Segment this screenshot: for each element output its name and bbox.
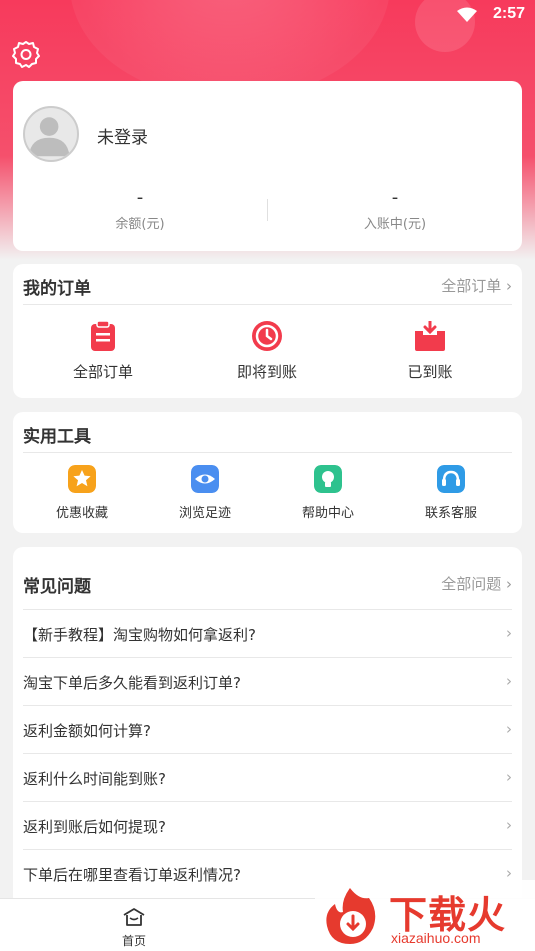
faq-question: 下单后在哪里查看订单返利情况? [23, 866, 241, 884]
faq-question: 淘宝下单后多久能看到返利订单? [23, 674, 241, 692]
tools-title: 实用工具 [23, 427, 91, 447]
pending-stat[interactable]: - 入账中(元) [268, 187, 522, 232]
wifi-icon [457, 7, 477, 22]
chevron-right-icon: › [506, 624, 512, 642]
faq-question: 返利到账后如何提现? [23, 818, 166, 836]
all-questions-link-label: 全部问题 [441, 575, 502, 593]
tools-card: 实用工具 优惠收藏 浏览足迹 帮助中心 联系客服 [13, 412, 522, 533]
lightbulb-icon [314, 465, 342, 493]
status-bar: 2:57 [0, 0, 535, 30]
inbox-download-icon [415, 321, 445, 351]
tool-support-button[interactable]: 联系客服 [401, 465, 501, 521]
tab-home-label: 首页 [121, 934, 146, 948]
balance-stat[interactable]: - 余额(元) [13, 187, 267, 232]
watermark: 下载火 xiazaihuo.com [315, 880, 535, 951]
tool-support-label: 联系客服 [424, 506, 477, 521]
order-incoming-button[interactable]: 即将到账 [207, 319, 327, 382]
status-time: 2:57 [492, 5, 525, 22]
home-icon [123, 908, 145, 926]
order-received-button[interactable]: 已到账 [370, 319, 490, 382]
order-incoming-label: 即将到账 [236, 363, 297, 381]
tool-favorites-label: 优惠收藏 [55, 506, 108, 521]
all-questions-link[interactable]: 全部问题 › [441, 573, 512, 594]
faq-title: 常见问题 [23, 577, 91, 597]
star-icon [68, 465, 96, 493]
settings-icon[interactable] [12, 40, 40, 68]
faq-item[interactable]: 返利什么时间能到账? › [23, 753, 512, 801]
chevron-right-icon: › [506, 672, 512, 690]
tool-help-label: 帮助中心 [301, 506, 354, 521]
eye-icon [191, 465, 219, 493]
tool-history-button[interactable]: 浏览足迹 [155, 465, 255, 521]
orders-card: 我的订单 全部订单 › 全部订单 即将到账 已到账 [13, 264, 522, 398]
divider [23, 304, 512, 305]
avatar[interactable] [23, 106, 79, 162]
faq-question: 【新手教程】淘宝购物如何拿返利? [23, 626, 256, 644]
orders-title: 我的订单 [23, 279, 91, 299]
tab-home[interactable]: 首页 [104, 907, 164, 949]
order-all-button[interactable]: 全部订单 [43, 319, 163, 382]
tool-help-button[interactable]: 帮助中心 [278, 465, 378, 521]
pending-value: - [391, 187, 399, 208]
order-received-label: 已到账 [407, 363, 453, 381]
chevron-right-icon: › [506, 277, 512, 295]
watermark-subtitle: xiazaihuo.com [391, 930, 481, 946]
chevron-right-icon: › [506, 768, 512, 786]
balance-value: - [136, 187, 144, 208]
chevron-right-icon: › [506, 575, 512, 593]
flame-logo-icon [326, 888, 376, 944]
tool-history-label: 浏览足迹 [178, 506, 231, 521]
clipboard-icon [91, 320, 115, 351]
faq-item[interactable]: 返利到账后如何提现? › [23, 801, 512, 849]
divider [23, 452, 512, 453]
headset-icon [437, 465, 465, 493]
balance-label: 余额(元) [115, 217, 165, 232]
chevron-right-icon: › [506, 816, 512, 834]
faq-item[interactable]: 【新手教程】淘宝购物如何拿返利? › [23, 609, 512, 657]
order-all-label: 全部订单 [72, 363, 133, 381]
profile-card: 未登录 - 余额(元) - 入账中(元) [13, 81, 522, 251]
all-orders-link-label: 全部订单 [441, 277, 502, 295]
faq-question: 返利什么时间能到账? [23, 770, 166, 788]
faq-question: 返利金额如何计算? [23, 722, 151, 740]
user-icon [28, 117, 70, 157]
faq-card: 常见问题 全部问题 › 【新手教程】淘宝购物如何拿返利? › 淘宝下单后多久能看… [13, 547, 522, 907]
faq-item[interactable]: 返利金额如何计算? › [23, 705, 512, 753]
chevron-right-icon: › [506, 720, 512, 738]
pending-label: 入账中(元) [363, 217, 427, 232]
login-status[interactable]: 未登录 [97, 123, 148, 148]
all-orders-link[interactable]: 全部订单 › [441, 275, 512, 296]
faq-item[interactable]: 淘宝下单后多久能看到返利订单? › [23, 657, 512, 705]
tool-favorites-button[interactable]: 优惠收藏 [32, 465, 132, 521]
clock-icon [252, 321, 282, 351]
